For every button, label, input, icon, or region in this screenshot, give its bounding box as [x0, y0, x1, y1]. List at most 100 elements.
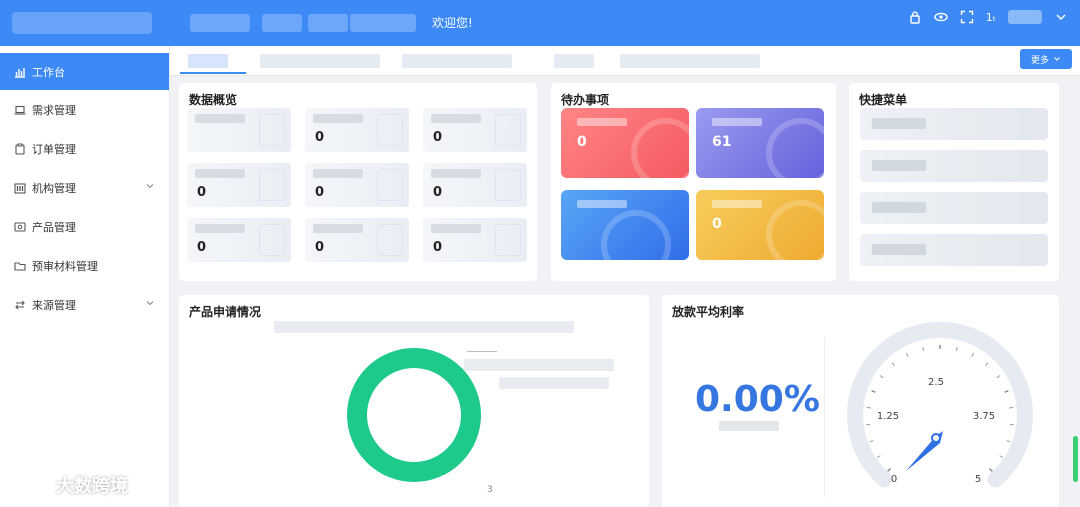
todo-tile[interactable]: 0 — [561, 108, 689, 178]
gauge-tick — [1006, 440, 1011, 443]
stat-tile[interactable]: 0 — [423, 163, 527, 207]
user-name[interactable] — [1008, 10, 1042, 24]
donut-chart[interactable] — [344, 345, 484, 489]
tab-active-indicator — [180, 72, 246, 74]
rate-gauge: 2.5 1.25 3.75 0 5 — [840, 319, 1040, 503]
gauge-tick — [955, 346, 958, 352]
chart-legend-item — [499, 377, 609, 389]
gauge-track — [847, 321, 1033, 488]
page-scrollbar[interactable] — [1072, 78, 1078, 498]
todo-value: 0 — [712, 216, 722, 232]
quick-menu-item[interactable] — [860, 150, 1048, 182]
gauge-tick — [1004, 390, 1009, 393]
building-icon — [14, 182, 26, 194]
eye-icon[interactable] — [934, 10, 948, 24]
stat-tile[interactable]: 0 — [305, 163, 409, 207]
stat-tile[interactable]: 0 — [423, 218, 527, 262]
gauge-tick-label: 3.75 — [973, 411, 995, 422]
more-tabs-label: 更多 — [1030, 55, 1049, 66]
stat-tile[interactable]: 0 — [187, 163, 291, 207]
gauge-tick — [876, 455, 881, 459]
stat-value: 0 — [197, 185, 207, 200]
product-application-card: 产品申请情况 3 — [179, 295, 649, 507]
stat-value: 0 — [433, 185, 443, 200]
laptop-icon — [14, 104, 26, 116]
sidebar-item-label: 预审材料管理 — [32, 259, 98, 273]
stat-value: 0 — [433, 240, 443, 255]
sidebar-item-label: 机构管理 — [32, 181, 76, 195]
card-title: 快捷菜单 — [859, 93, 908, 107]
gauge-tick — [1009, 407, 1014, 409]
gauge-tick — [922, 346, 925, 352]
logo[interactable] — [0, 0, 170, 46]
sidebar-item-label: 产品管理 — [32, 220, 76, 234]
clipboard-icon — [14, 143, 26, 155]
data-overview-card: 数据概览 0 0 0 0 0 0 0 0 — [179, 83, 537, 281]
donut-ring — [347, 348, 481, 482]
sidebar-item-label: 来源管理 — [32, 298, 76, 312]
sidebar-item-products[interactable]: 产品管理 — [0, 207, 169, 246]
todo-tile[interactable]: 0 — [696, 190, 824, 260]
tab-item[interactable] — [620, 54, 760, 68]
sidebar-item-orders[interactable]: 订单管理 — [0, 129, 169, 168]
card-title: 放款平均利率 — [672, 305, 745, 319]
header-blurred-text — [262, 14, 302, 32]
stat-value: 0 — [433, 130, 443, 145]
average-rate-caption — [719, 421, 779, 431]
quick-menu-card: 快捷菜单 — [849, 83, 1059, 281]
gauge-tick — [999, 455, 1004, 459]
tab-item[interactable] — [260, 54, 380, 68]
stat-tile[interactable]: 0 — [423, 108, 527, 152]
gauge-tick-label: 5 — [975, 474, 981, 485]
fullscreen-icon[interactable] — [960, 10, 974, 24]
sidebar-item-workbench[interactable]: 工作台 — [0, 53, 169, 90]
donut-bottom-label: 3 — [487, 485, 493, 495]
more-tabs-button[interactable]: 更多 — [1020, 49, 1072, 69]
gauge-tick — [971, 352, 974, 357]
gauge-tick — [869, 440, 874, 443]
chart-icon — [14, 66, 26, 78]
chevron-down-icon[interactable] — [1054, 10, 1068, 24]
gauge-tick — [887, 468, 891, 472]
stat-value: 0 — [315, 240, 325, 255]
todo-tile[interactable] — [561, 190, 689, 260]
folder-icon — [14, 260, 26, 272]
quick-menu-item[interactable] — [860, 234, 1048, 266]
stat-tile[interactable]: 0 — [187, 218, 291, 262]
gauge-tick — [985, 362, 989, 367]
sidebar-item-institutions[interactable]: 机构管理 — [0, 168, 169, 207]
chart-legend[interactable] — [274, 321, 574, 333]
sidebar-item-label: 订单管理 — [32, 142, 76, 156]
average-rate-value: 0.00% — [695, 379, 820, 420]
gauge-svg: 2.5 1.25 3.75 0 5 — [847, 321, 1033, 488]
sidebar-item-label: 需求管理 — [32, 103, 76, 117]
sidebar: 工作台 需求管理 订单管理 机构管理 产品管理 预审材料管理 来源管理 — [0, 46, 170, 507]
sidebar-item-sources[interactable]: 来源管理 — [0, 285, 169, 324]
gauge-tick — [879, 375, 884, 379]
logo-image — [12, 12, 152, 34]
stat-value: 0 — [315, 130, 325, 145]
sidebar-item-demand[interactable]: 需求管理 — [0, 90, 169, 129]
chevron-down-icon[interactable] — [145, 181, 155, 191]
stat-tile[interactable]: 0 — [305, 108, 409, 152]
header-blurred-text — [350, 14, 416, 32]
tab-item[interactable] — [554, 54, 594, 68]
page-scrollbar-thumb[interactable] — [1073, 436, 1078, 482]
chevron-down-icon[interactable] — [145, 298, 155, 308]
gauge-tick-label: 2.5 — [928, 377, 944, 388]
sidebar-item-label: 工作台 — [32, 65, 65, 79]
stat-tile[interactable]: 0 — [305, 218, 409, 262]
tab-bar: 更多 — [170, 46, 1080, 76]
stat-tile[interactable] — [187, 108, 291, 152]
watermark: 大数跨境 — [10, 472, 128, 498]
quick-menu-item[interactable] — [860, 192, 1048, 224]
tab-item[interactable] — [402, 54, 512, 68]
sidebar-item-materials[interactable]: 预审材料管理 — [0, 246, 169, 285]
font-size-icon[interactable]: 1ₜ — [986, 11, 996, 24]
lock-icon[interactable] — [908, 10, 922, 24]
gauge-tick-label: 1.25 — [877, 411, 899, 422]
quick-menu-item[interactable] — [860, 108, 1048, 140]
tab-active[interactable] — [188, 54, 228, 68]
todo-tile[interactable]: 61 — [696, 108, 824, 178]
divider — [824, 337, 825, 497]
